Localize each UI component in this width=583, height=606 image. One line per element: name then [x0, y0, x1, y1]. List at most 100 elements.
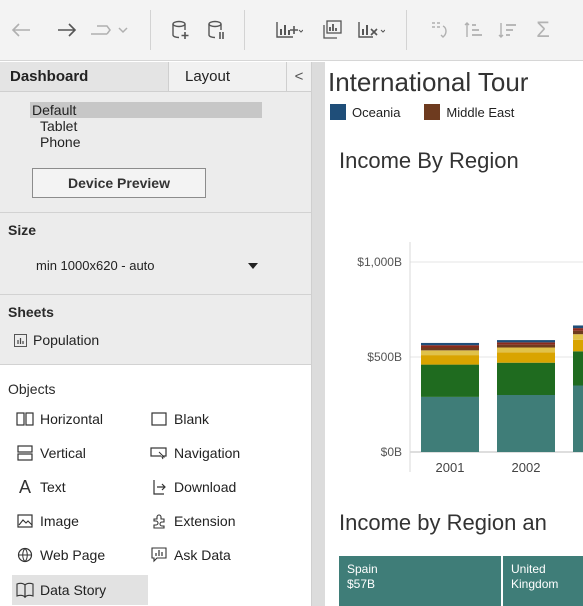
table-title: Income by Region an: [339, 510, 547, 535]
clear-sheet-icon[interactable]: [354, 14, 388, 46]
sheet-item-population[interactable]: Population: [14, 332, 99, 348]
download-icon: [150, 479, 168, 495]
dashboard-canvas: International Tour Oceania Middle East I…: [325, 62, 583, 606]
bar-segment[interactable]: [497, 347, 555, 353]
legend-label-oceania[interactable]: Oceania: [352, 105, 400, 120]
object-vertical[interactable]: Vertical: [16, 445, 86, 461]
vertical-container-icon: [16, 445, 34, 461]
bar-segment[interactable]: [573, 351, 583, 386]
treemap-cell-spain[interactable]: Spain $57B: [339, 556, 501, 606]
y-tick-label: $500B: [367, 350, 402, 364]
objects-section-title: Objects: [8, 381, 56, 397]
size-dropdown[interactable]: min 1000x620 - auto: [30, 254, 262, 278]
object-label: Blank: [174, 411, 210, 427]
pause-updates-icon[interactable]: [204, 14, 230, 46]
dropdown-caret-icon: [248, 263, 258, 269]
tab-layout[interactable]: Layout: [168, 62, 286, 92]
y-axis-ticks: $0B $500B $1,000B: [357, 255, 402, 459]
object-horizontal[interactable]: Horizontal: [16, 411, 103, 427]
device-phone[interactable]: Phone: [30, 134, 262, 150]
sort-descending-icon[interactable]: [494, 14, 520, 46]
back-icon[interactable]: [6, 14, 36, 46]
y-tick-label: $1,000B: [357, 255, 402, 269]
income-by-region-chart: $0B$500B$1,000B 200120022003: [357, 242, 583, 475]
device-list: Default Tablet Phone: [30, 102, 262, 150]
object-label: Web Page: [40, 547, 106, 563]
object-text[interactable]: A Text: [16, 476, 66, 497]
bar-segment[interactable]: [573, 385, 583, 453]
bar-segment[interactable]: [573, 330, 583, 335]
object-data-story[interactable]: Data Story: [12, 575, 148, 605]
bar-segment[interactable]: [497, 352, 555, 363]
pane-splitter[interactable]: [311, 62, 325, 606]
sort-ascending-icon[interactable]: [460, 14, 486, 46]
object-ask-data[interactable]: Ask Data: [150, 547, 231, 563]
bar-segment[interactable]: [421, 350, 479, 356]
bar-segment[interactable]: [573, 339, 583, 352]
new-data-source-icon[interactable]: [168, 14, 194, 46]
bar-segment[interactable]: [421, 364, 479, 397]
bar-segment[interactable]: [497, 344, 555, 348]
x-tick-label: 2001: [436, 460, 465, 475]
tab-dashboard[interactable]: Dashboard: [0, 62, 168, 92]
bar-segment[interactable]: [497, 340, 555, 343]
bar-segment[interactable]: [497, 362, 555, 395]
bar-segment[interactable]: [573, 328, 583, 331]
duplicate-sheet-icon[interactable]: [318, 14, 346, 46]
totals-icon[interactable]: Σ: [530, 14, 556, 46]
chart-title: Income By Region: [339, 148, 519, 173]
worksheet-icon: [14, 333, 27, 347]
navigation-icon: [150, 445, 168, 461]
new-worksheet-icon[interactable]: [272, 14, 306, 46]
object-image[interactable]: Image: [16, 513, 79, 529]
collapse-pane-button[interactable]: <: [286, 62, 311, 92]
dashboard-title: International Tour: [328, 67, 529, 97]
device-preview-button[interactable]: Device Preview: [32, 168, 206, 198]
forward-icon[interactable]: [52, 14, 82, 46]
cell-value: $57B: [347, 577, 376, 591]
bar-segment[interactable]: [421, 345, 479, 348]
bar-segment[interactable]: [421, 396, 479, 452]
treemap-cell-united-kingdom[interactable]: United Kingdom: [503, 556, 583, 606]
sheets-section-title: Sheets: [8, 304, 54, 320]
size-value: min 1000x620 - auto: [36, 258, 155, 273]
text-icon: A: [18, 476, 31, 497]
treemap: Spain $57B United Kingdom: [339, 556, 583, 606]
x-tick-label: 2002: [512, 460, 541, 475]
bar-segment[interactable]: [421, 342, 479, 346]
dashboard-pane: Dashboard Layout < Default Tablet Phone …: [0, 62, 311, 606]
object-label: Horizontal: [40, 411, 104, 427]
toolbar-separator: [244, 10, 245, 50]
bar-segment[interactable]: [421, 355, 479, 365]
device-tablet[interactable]: Tablet: [30, 118, 262, 134]
size-section-title: Size: [8, 222, 37, 238]
object-web-page[interactable]: Web Page: [16, 547, 105, 563]
legend-swatch-oceania: [330, 104, 346, 120]
object-label: Vertical: [40, 445, 86, 461]
data-story-icon: [16, 582, 34, 598]
swap-icon[interactable]: [426, 14, 452, 46]
toolbar-separator: [406, 10, 407, 50]
pane-tabs: Dashboard Layout <: [0, 62, 311, 92]
legend-swatch-middle-east: [424, 104, 441, 120]
device-default[interactable]: Default: [30, 102, 262, 118]
object-download[interactable]: Download: [150, 479, 236, 495]
bar-segment[interactable]: [497, 342, 555, 345]
bar-segment[interactable]: [497, 395, 555, 452]
cell-label: Spain: [347, 562, 378, 576]
object-label: Navigation: [174, 445, 241, 461]
sheet-label: Population: [33, 332, 100, 348]
object-label: Text: [40, 479, 66, 495]
object-label: Ask Data: [174, 547, 231, 563]
object-blank[interactable]: Blank: [150, 411, 209, 427]
bar-segment[interactable]: [421, 347, 479, 351]
object-navigation[interactable]: Navigation: [150, 445, 240, 461]
object-label: Data Story: [40, 582, 107, 598]
legend-label-middle-east[interactable]: Middle East: [446, 105, 514, 120]
object-label: Extension: [174, 513, 236, 529]
object-extension[interactable]: Extension: [150, 513, 235, 529]
redo-icon[interactable]: [86, 14, 132, 46]
bar-segment[interactable]: [573, 334, 583, 340]
bar-segment[interactable]: [573, 325, 583, 329]
web-page-icon: [16, 547, 34, 563]
